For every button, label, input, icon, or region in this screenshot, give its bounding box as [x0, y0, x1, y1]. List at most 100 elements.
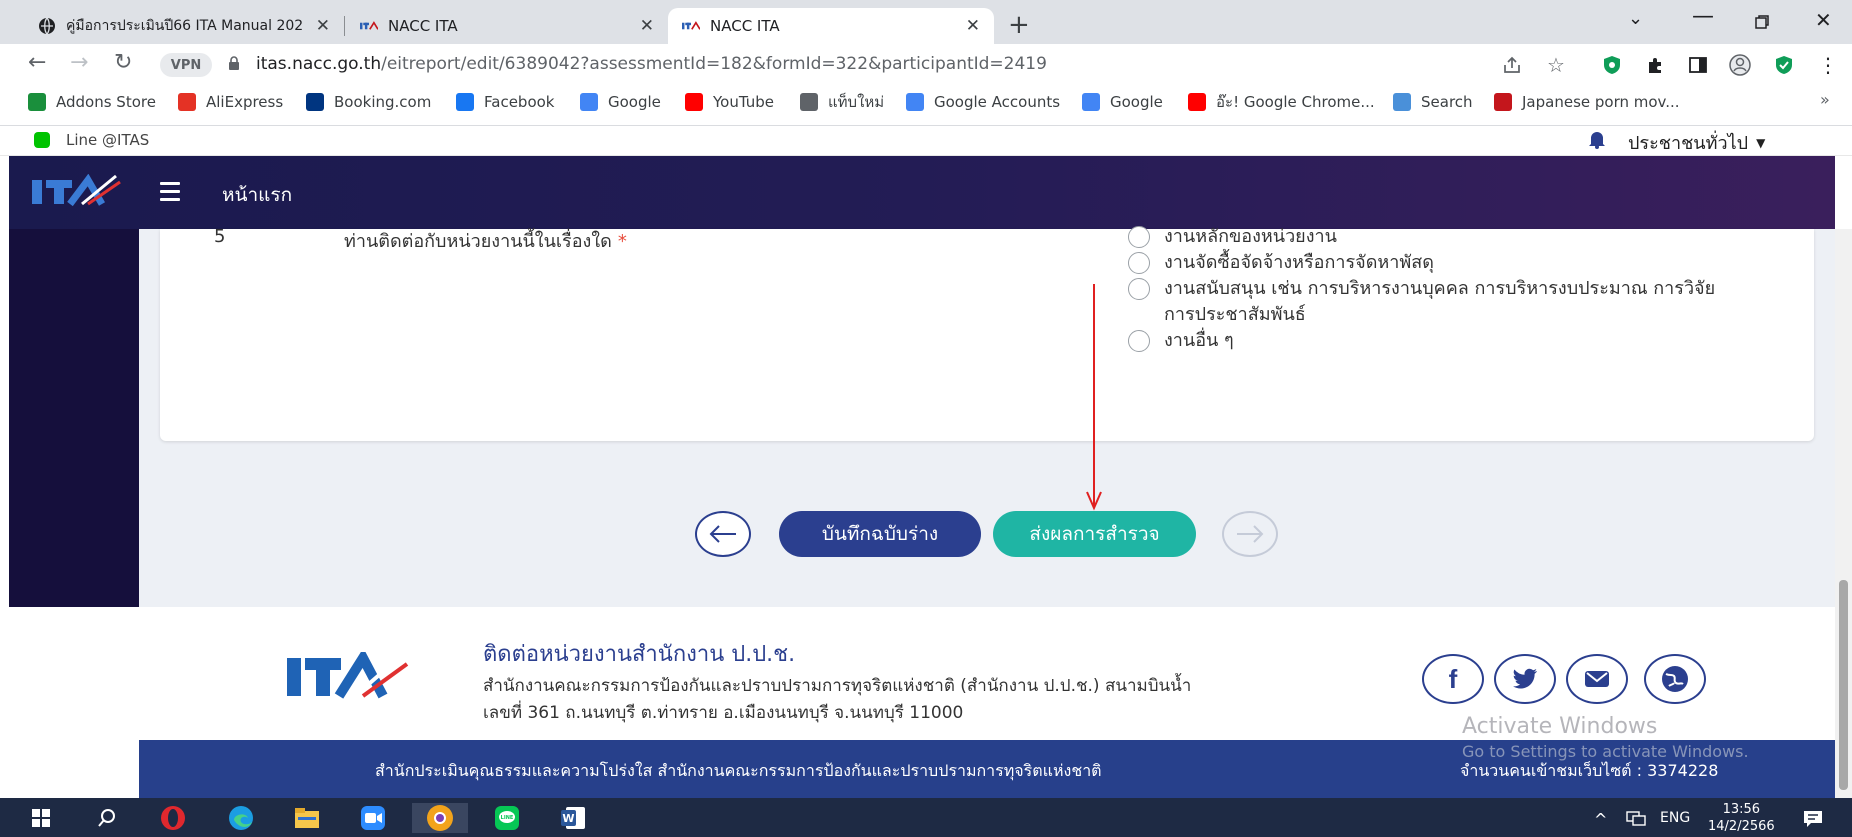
windows-start-icon[interactable]: [26, 803, 56, 833]
question-text: ท่านติดต่อกับหน่วยงานนี้ในเรื่องใด *: [344, 226, 627, 255]
back-icon[interactable]: ←: [28, 50, 46, 75]
menu-kebab-icon[interactable]: ⋮: [1816, 53, 1840, 77]
network-icon[interactable]: [1626, 810, 1646, 830]
forward-icon[interactable]: →: [70, 50, 88, 75]
radio-button[interactable]: [1128, 278, 1150, 300]
close-window-icon[interactable]: ✕: [1815, 8, 1832, 32]
tray-overflow-icon[interactable]: ^: [1594, 810, 1607, 829]
tab-search-icon[interactable]: ⌄: [1628, 8, 1643, 29]
windows-taskbar: [0, 798, 1852, 837]
save-draft-button[interactable]: บันทึกฉบับร่าง: [779, 511, 981, 557]
close-tab-icon[interactable]: ✕: [640, 16, 654, 36]
twitter-link[interactable]: [1494, 654, 1556, 704]
shield-check-icon[interactable]: [1772, 53, 1796, 77]
option-support-work[interactable]: งานสนับสนุน เช่น การบริหารงานบุคคล การบร…: [1128, 276, 1724, 328]
hamburger-menu-icon[interactable]: [160, 182, 180, 206]
bell-icon[interactable]: [1587, 129, 1607, 153]
file-explorer-icon[interactable]: [292, 803, 322, 833]
r-icon: [1494, 93, 1512, 111]
left-sidebar: [9, 229, 139, 607]
bookmark-item[interactable]: อ๊ะ! Google Chrome...: [1188, 90, 1375, 114]
globe-icon: [800, 93, 818, 111]
browser-tab[interactable]: คู่มือการประเมินปี66 ITA Manual 202 ✕: [24, 8, 344, 44]
radio-button[interactable]: [1128, 330, 1150, 352]
new-tab-button[interactable]: +: [1008, 10, 1030, 40]
browser-tab-active[interactable]: NACC ITA ✕: [668, 8, 994, 44]
web-icon: [1662, 666, 1688, 692]
vpn-badge[interactable]: VPN: [160, 53, 212, 77]
close-tab-icon[interactable]: ✕: [966, 16, 980, 36]
url-text[interactable]: itas.nacc.go.th/eitreport/edit/6389042?a…: [256, 54, 1047, 74]
radio-button[interactable]: [1128, 252, 1150, 274]
edge-icon[interactable]: [226, 803, 256, 833]
nav-home-link[interactable]: หน้าแรก: [222, 180, 292, 210]
taskbar-clock[interactable]: 13:56 14/2/2566: [1708, 801, 1775, 835]
bookmark-label: Japanese porn mov...: [1522, 93, 1680, 111]
notification-icon[interactable]: [1803, 810, 1823, 832]
bookmark-item[interactable]: Japanese porn mov...: [1494, 90, 1680, 114]
bookmark-label: YouTube: [713, 93, 774, 111]
language-indicator[interactable]: ENG: [1660, 810, 1690, 826]
arrow-right-icon: [1237, 525, 1264, 543]
restore-icon[interactable]: [1755, 14, 1769, 29]
website-link[interactable]: [1644, 654, 1706, 704]
bookmark-item[interactable]: Facebook: [456, 90, 554, 114]
bookmark-item[interactable]: Search: [1393, 90, 1473, 114]
share-icon[interactable]: [1500, 53, 1524, 77]
side-panel-icon[interactable]: [1686, 53, 1710, 77]
bookmark-item[interactable]: AliExpress: [178, 90, 283, 114]
facebook-link[interactable]: f: [1422, 654, 1484, 704]
bookmark-item[interactable]: Addons Store: [28, 90, 156, 114]
line-taskbar-icon[interactable]: LINE: [492, 803, 522, 833]
profile-icon[interactable]: [1728, 53, 1752, 77]
bookmark-item[interactable]: Booking.com: [306, 90, 431, 114]
scrollbar-thumb[interactable]: [1839, 580, 1848, 790]
option-other[interactable]: งานอื่น ๆ: [1128, 328, 1724, 354]
option-main-work[interactable]: งานหลักของหน่วยงาน: [1128, 224, 1724, 250]
youtube-icon: [685, 93, 703, 111]
bookmark-label: Facebook: [484, 93, 555, 111]
bookmark-item[interactable]: Google: [580, 90, 661, 114]
bookmark-item[interactable]: YouTube: [685, 90, 774, 114]
lock-icon[interactable]: [228, 55, 240, 70]
browser-tab[interactable]: NACC ITA ✕: [346, 8, 668, 44]
taskbar-search-icon[interactable]: [92, 803, 122, 833]
svg-text:W: W: [562, 812, 574, 825]
extensions-puzzle-icon[interactable]: [1644, 53, 1668, 77]
bookmark-label: AliExpress: [206, 93, 284, 111]
tab-title: NACC ITA: [388, 17, 458, 35]
reload-icon[interactable]: ↻: [114, 50, 132, 75]
mail-link[interactable]: [1566, 654, 1628, 704]
tab-title: NACC ITA: [710, 17, 780, 35]
clock-date: 14/2/2566: [1708, 819, 1775, 834]
zoom-icon[interactable]: [358, 803, 388, 833]
bookmark-label: Google: [608, 93, 661, 111]
bookmark-item[interactable]: Google: [1082, 90, 1163, 114]
ita-logo-icon: [360, 17, 378, 35]
footer-office-text: สำนักประเมินคุณธรรมและความโปร่งใส สำนักง…: [375, 761, 1102, 780]
chrome-vpn-taskbar-icon[interactable]: [412, 803, 468, 833]
footer-address-line2: เลขที่ 361 ถ.นนทบุรี ต.ท่าทราย อ.เมืองนน…: [483, 703, 964, 723]
ita-logo[interactable]: [30, 173, 122, 212]
site-top-bar: [0, 126, 1852, 156]
line-itas-link[interactable]: Line @ITAS: [34, 128, 149, 152]
next-page-button[interactable]: [1222, 511, 1278, 557]
bookmark-item[interactable]: Google Accounts: [906, 90, 1060, 114]
bookmark-item[interactable]: แท็บใหม่: [800, 90, 884, 114]
radio-button[interactable]: [1128, 226, 1150, 248]
url-path: /eitreport/edit/6389042?assessmentId=182…: [381, 54, 1047, 74]
option-procurement[interactable]: งานจัดซื้อจัดจ้างหรือการจัดหาพัสดุ: [1128, 250, 1724, 276]
extension-shield-icon[interactable]: [1600, 53, 1624, 77]
bookmark-star-icon[interactable]: ☆: [1544, 53, 1568, 77]
bookmarks-more-icon[interactable]: »: [1820, 90, 1830, 109]
opera-icon[interactable]: [158, 803, 188, 833]
user-role-dropdown[interactable]: ประชาชนทั่วไป ▼: [1628, 128, 1765, 157]
footer-contact-title: ติดต่อหน่วยงานสำนักงาน ป.ป.ช.: [483, 642, 796, 667]
question-number: 5: [214, 226, 226, 247]
submit-survey-button[interactable]: ส่งผลการสำรวจ: [993, 511, 1196, 557]
word-icon[interactable]: W: [558, 803, 588, 833]
previous-page-button[interactable]: [695, 511, 751, 557]
close-tab-icon[interactable]: ✕: [316, 16, 330, 36]
minimize-icon[interactable]: —: [1692, 4, 1714, 29]
bookmark-label: Booking.com: [334, 93, 432, 111]
